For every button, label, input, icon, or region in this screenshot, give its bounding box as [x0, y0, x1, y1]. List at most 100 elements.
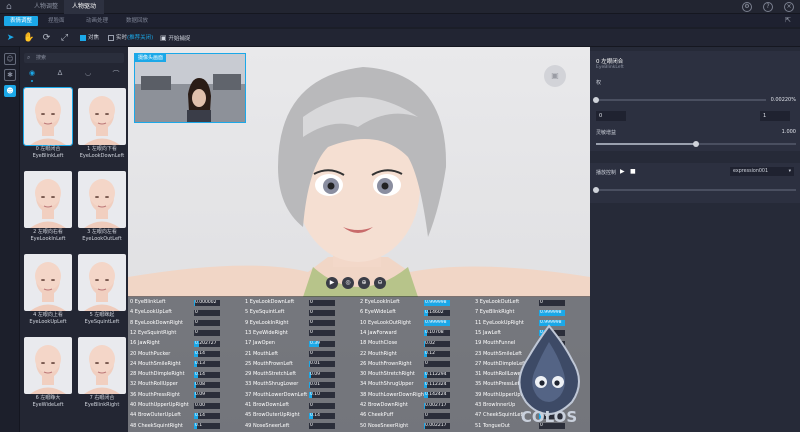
stop-small-icon[interactable]: ■: [630, 168, 636, 175]
max-value-input[interactable]: 1: [760, 111, 790, 121]
timeline-knob[interactable]: [593, 187, 599, 193]
blendshape-value: 0.08: [195, 381, 206, 387]
blendshape-row: 45 BrowOuterUpRight 0.14: [243, 411, 358, 420]
blendshape-name: 33 MouthShrugLower: [245, 381, 299, 388]
blendshape-row: 41 BrowDownLeft 0: [243, 401, 358, 410]
blendshape-value: 0.10: [310, 392, 321, 398]
expression-index: 6: [35, 395, 39, 401]
intensity-slider[interactable]: [596, 141, 796, 147]
playback-file-select[interactable]: expression001 ▾: [730, 167, 794, 176]
subtab-1[interactable]: 捏脸面: [42, 16, 71, 26]
settings-icon[interactable]: ⚙: [742, 2, 752, 12]
play-small-icon[interactable]: ▶: [620, 168, 625, 175]
blendshape-value-bar: 0.112294: [424, 371, 450, 378]
blendshape-row: 13 EyeWideRight 0: [243, 329, 358, 338]
zoom-out-icon[interactable]: ⊖: [374, 277, 386, 289]
camera-button-label: 开始捕捉: [168, 36, 191, 42]
blendshape-row: 32 MouthRollUpper 0.08: [128, 380, 243, 389]
selected-expression-subtitle: EyeBlinkLeft: [596, 65, 624, 70]
blendshape-name: 30 MouthStretchRight: [360, 371, 415, 378]
rotate-tool-icon[interactable]: ⟳: [41, 33, 52, 43]
subtab-2[interactable]: 动画处理: [80, 16, 114, 26]
focus-checkbox[interactable]: 对焦: [80, 34, 99, 42]
blendshape-value: 0: [310, 309, 313, 315]
intensity-slider-knob[interactable]: [693, 141, 699, 147]
blendshape-value-bar: 0.13: [194, 361, 220, 368]
blendshape-value-bar: 0.09: [194, 392, 220, 399]
playback-label: 播放控制: [596, 170, 617, 176]
blendshape-value-bar: 0.002217: [424, 423, 450, 430]
mouth-category-icon[interactable]: ◡: [82, 69, 94, 79]
camera-button[interactable]: ▣ 开始捕捉: [160, 34, 190, 42]
expression-card-label: 1 左眼向下看 EyeLookDownLeft: [78, 146, 126, 159]
expression-card[interactable]: 3 左眼向左看 EyeLookOutLeft: [78, 171, 126, 247]
blendshape-value: 0.14: [195, 412, 206, 418]
chevron-down-icon: ▾: [788, 169, 791, 174]
nose-category-icon[interactable]: ∆: [54, 69, 66, 79]
playback-timeline[interactable]: [593, 187, 796, 193]
realtime-checkbox[interactable]: 实时(推荐关闭): [108, 34, 153, 42]
blendshape-row: 21 MouthLeft 0: [243, 350, 358, 359]
camera-icon: ▣: [160, 34, 167, 42]
blendshape-row: 7 EyeBlinkRight 0.999998: [473, 308, 588, 317]
view-cube-icon[interactable]: ▣: [544, 65, 566, 87]
expression-mode-icon[interactable]: ☻: [4, 85, 16, 97]
tab-1[interactable]: 人物驱动: [64, 0, 105, 14]
brow-category-icon[interactable]: ⌒: [110, 69, 122, 79]
close-icon[interactable]: ×: [784, 2, 794, 12]
weight-slider[interactable]: [593, 97, 766, 103]
expression-card[interactable]: 7 右眼闭合 EyeBlinkRight: [78, 337, 126, 413]
home-icon[interactable]: ⌂: [6, 2, 16, 12]
zoom-in-icon[interactable]: ⊕: [358, 277, 370, 289]
blendshape-value-bar: 0: [309, 423, 335, 430]
min-value-input[interactable]: 0: [596, 111, 626, 121]
expression-name-en: EyeLookUpLeft: [29, 318, 67, 325]
face-mode-icon[interactable]: ☺: [4, 53, 16, 65]
expression-card[interactable]: 4 左眼向上看 EyeLookUpLeft: [24, 254, 72, 330]
blendshape-value: 0: [310, 351, 313, 356]
blendshape-row: 0 EyeBlinkLeft 0.000002: [128, 298, 243, 307]
expression-card[interactable]: 5 左眼眯起 EyeSquintLeft: [78, 254, 126, 330]
search-input[interactable]: ⌕ 搜索: [24, 53, 124, 63]
blendshape-row: 22 MouthRight 0.12: [358, 350, 473, 359]
play-icon[interactable]: ▶: [326, 277, 338, 289]
blendshape-value: 0.1: [195, 423, 203, 429]
weight-slider-knob[interactable]: [593, 97, 599, 103]
eye-category-icon[interactable]: ◉: [26, 69, 38, 82]
blendshape-name: 50 NoseSneerRight: [360, 422, 409, 429]
blendshape-row: 2 EyeLookInLeft 0.999998: [358, 298, 473, 307]
subtab-3[interactable]: 数据回放: [120, 16, 154, 26]
blendshape-value-bar: 0: [309, 330, 335, 337]
camera-reset-icon[interactable]: ◎: [342, 277, 354, 289]
tab-0[interactable]: 人物调整: [26, 0, 66, 14]
blendshape-name: 3 EyeLookOutLeft: [475, 299, 520, 305]
export-icon[interactable]: ⇱: [785, 16, 791, 24]
expression-card[interactable]: 1 左眼向下看 EyeLookDownLeft: [78, 88, 126, 164]
expression-thumbnail: [23, 87, 73, 146]
expression-card[interactable]: 6 左眼睁大 EyeWideLeft: [24, 337, 72, 413]
subtab-0[interactable]: 表情调整: [4, 16, 39, 26]
select-tool-icon[interactable]: ➤: [5, 33, 16, 43]
blendshape-value: 0.00: [195, 402, 206, 408]
expression-card-label: 5 左眼眯起 EyeSquintLeft: [78, 312, 126, 325]
blendshape-name: 44 BrowOuterUpLeft: [130, 412, 181, 419]
expression-card[interactable]: 2 左眼向右看 EyeLookInLeft: [24, 171, 72, 247]
expression-card[interactable]: 0 左眼闭合 EyeBlinkLeft: [23, 87, 73, 164]
blendshape-value: 0.999998: [540, 309, 562, 315]
toolbar: ➤ ✋ ⟳ ⤢ 对焦 实时(推荐关闭) ▣ 开始捕捉: [0, 29, 800, 47]
blendshape-name: 7 EyeBlinkRight: [475, 309, 515, 316]
intensity-value: 1.000: [781, 129, 796, 135]
intensity-label: 灵敏增益: [596, 130, 617, 136]
blendshape-value: 0: [310, 423, 313, 429]
fit-view-icon[interactable]: ⤢: [59, 33, 70, 43]
blendshape-value-bar: 0.14602: [424, 309, 450, 316]
blendshape-value-bar: 0.00: [194, 402, 220, 409]
expression-card-label: 7 右眼闭合 EyeBlinkRight: [78, 395, 126, 408]
expression-card-label: 6 左眼睁大 EyeWideLeft: [24, 395, 72, 408]
help-icon[interactable]: ?: [763, 2, 773, 12]
body-mode-icon[interactable]: ✱: [4, 69, 16, 81]
blendshape-value-bar: 0.10708: [424, 330, 450, 337]
expression-thumbnail: [78, 254, 126, 311]
pan-tool-icon[interactable]: ✋: [23, 33, 34, 43]
blendshape-name: 42 BrowDownRight: [360, 402, 408, 408]
